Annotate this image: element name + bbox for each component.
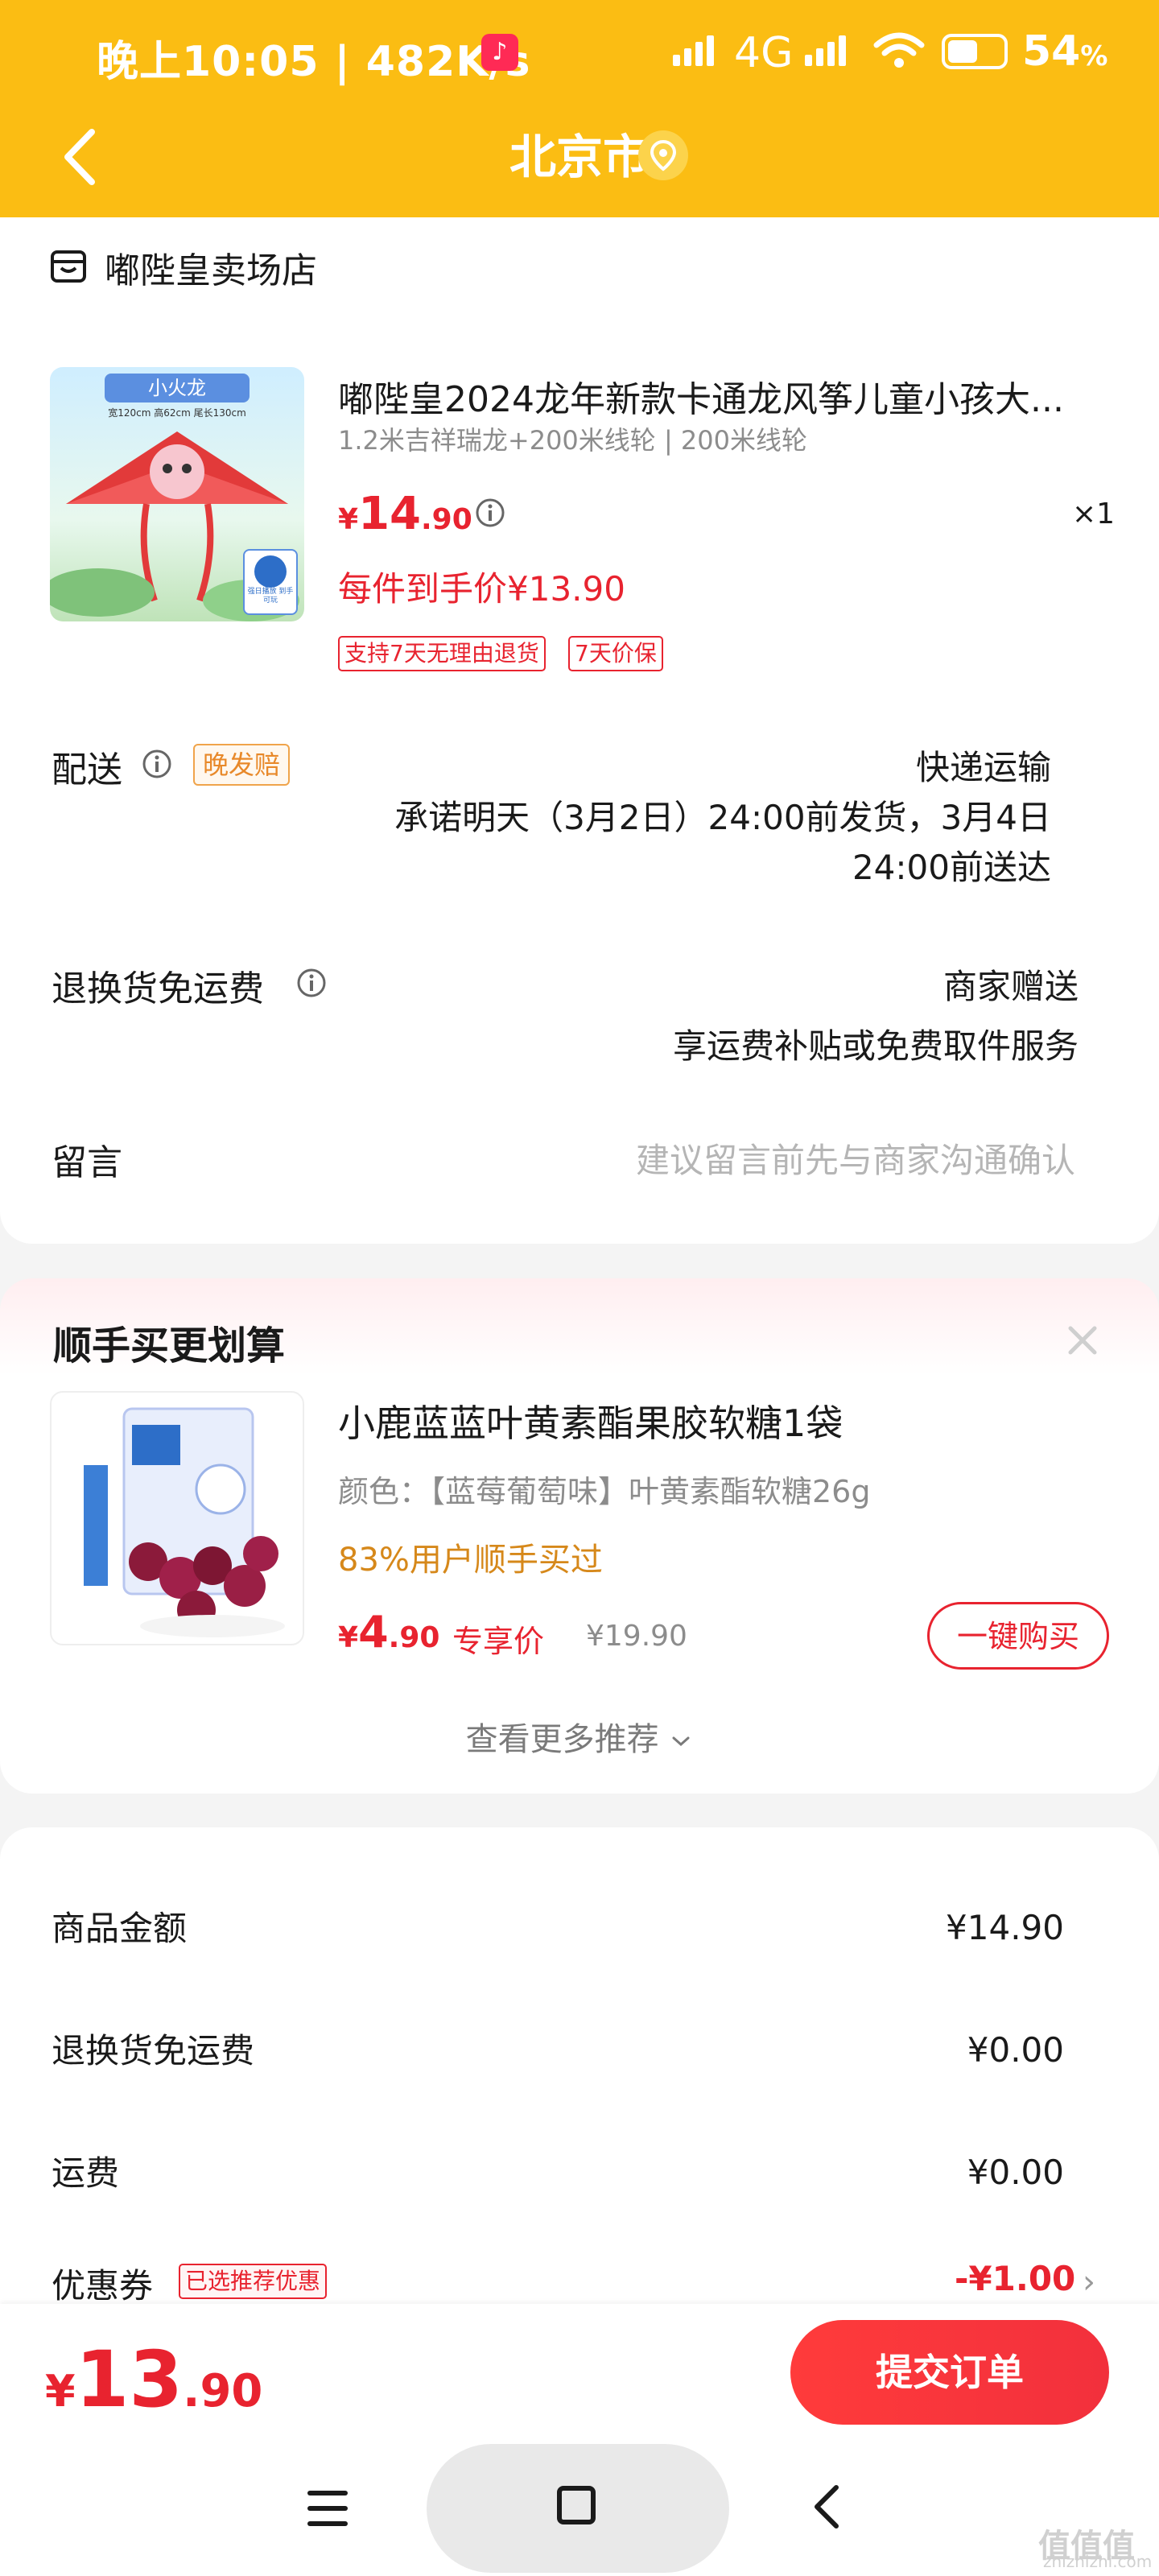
signal-icon <box>673 35 714 66</box>
product-qty: ×1 <box>1072 497 1116 530</box>
late-ship-compensation-tag: 晚发赔 <box>193 744 291 786</box>
one-click-buy-button[interactable]: 一键购买 <box>927 1602 1109 1670</box>
recommend-title: 顺手买更划算 <box>53 1323 286 1368</box>
shop-icon <box>51 250 86 283</box>
recommend-item-title[interactable]: 小鹿蓝蓝叶黄素酯果胶软糖1袋 <box>338 1394 843 1447</box>
recommend-item-pct: 83%用户顺手买过 <box>338 1542 603 1579</box>
price-protect-tag: 7天价保 <box>568 636 663 671</box>
delivery-label: 配送 <box>52 749 122 791</box>
per-item-price: 每件到手价¥13.90 <box>338 569 625 609</box>
status-time: 晚上10:05 | 482K/s <box>97 38 531 86</box>
product-badge: 强日播放 到手可玩 <box>243 549 298 615</box>
battery-icon <box>942 34 1008 69</box>
return-shipping-desc: 享运费补贴或免费取件服务 <box>672 1026 1079 1066</box>
chevron-right-icon[interactable]: › <box>1083 2264 1095 2301</box>
product-spec[interactable]: 1.2米吉祥瑞龙+200米线轮 | 200米线轮 <box>338 420 807 457</box>
return-shipping-label: 退换货免运费 <box>52 968 264 1009</box>
candy-illustration <box>84 1407 285 1637</box>
product-image[interactable]: 小火龙 宽120cm 高62cm 尾长130cm 强日播放 到手可玩 <box>50 367 304 621</box>
coupon-tag: 已选推荐优惠 <box>179 2264 328 2299</box>
info-icon[interactable] <box>142 749 172 779</box>
summary-row-value: ¥14.90 <box>946 1908 1064 1947</box>
delivery-promise-line2: 24:00前送达 <box>852 848 1051 887</box>
menu-icon[interactable] <box>306 2487 349 2529</box>
info-icon[interactable] <box>296 968 327 998</box>
recommend-item-spec[interactable]: 颜色：【蓝莓葡萄味】叶黄素酯软糖26g <box>338 1467 870 1511</box>
city-title[interactable]: 北京市 <box>419 121 740 193</box>
shop-name[interactable]: 嘟陛皇卖场店 <box>105 242 317 293</box>
return-policy-tag: 支持7天无理由退货 <box>338 636 546 671</box>
message-label: 留言 <box>52 1142 122 1183</box>
summary-row-value: ¥0.00 <box>967 2153 1064 2192</box>
coupon-value[interactable]: -¥1.00 <box>955 2259 1075 2298</box>
back-icon[interactable] <box>809 2483 844 2531</box>
battery-level: 54% <box>1022 27 1108 76</box>
submit-order-button[interactable]: 提交订单 <box>790 2320 1109 2425</box>
coupon-label[interactable]: 优惠券 <box>52 2259 153 2308</box>
delivery-promise-line1: 承诺明天（3月2日）24:00前发货，3月4日 <box>394 798 1051 837</box>
watermark-url: zhizhizhi.com <box>1043 2552 1153 2571</box>
recommend-item-image[interactable] <box>50 1391 304 1645</box>
info-icon[interactable] <box>475 497 505 528</box>
network-type: 4G <box>734 29 794 77</box>
order-total: ¥13.90 <box>45 2334 263 2425</box>
original-price: ¥19.90 <box>586 1620 687 1653</box>
product-price: ¥14.90 <box>338 488 472 540</box>
summary-row-value: ¥0.00 <box>967 2030 1064 2070</box>
chevron-left-icon[interactable] <box>56 121 105 193</box>
recommend-item-price: ¥4.90 <box>338 1607 440 1657</box>
message-input[interactable]: 建议留言前先与商家沟通确认 <box>483 1133 1075 1183</box>
tiktok-icon: ♪ <box>481 34 518 71</box>
summary-row-label: 运费 <box>52 2153 120 2193</box>
product-title[interactable]: 嘟陛皇2024龙年新款卡通龙风筝儿童小孩大... <box>338 370 1111 422</box>
location-pin-icon[interactable] <box>638 130 688 180</box>
summary-row-label: 商品金额 <box>52 1909 188 1948</box>
signal-icon-2 <box>805 35 846 66</box>
status-bar: 晚上10:05 | 482K/s ♪ 4G 54% <box>0 0 1159 105</box>
product-badge-text: 强日播放 到手可玩 <box>247 588 294 605</box>
return-shipping-value: 商家赠送 <box>942 967 1079 1006</box>
home-square-icon[interactable] <box>557 2486 596 2524</box>
chevron-down-icon <box>672 1736 690 1747</box>
delivery-method[interactable]: 快递运输 <box>724 741 1051 790</box>
summary-row-label: 退换货免运费 <box>52 2031 255 2070</box>
product-image-label: 小火龙 <box>105 374 250 402</box>
exclusive-price-label: 专享价 <box>452 1624 545 1659</box>
wifi-icon <box>873 32 925 68</box>
see-more-recommend[interactable]: 查看更多推荐 <box>0 1713 1159 1760</box>
close-icon[interactable] <box>1062 1320 1103 1360</box>
